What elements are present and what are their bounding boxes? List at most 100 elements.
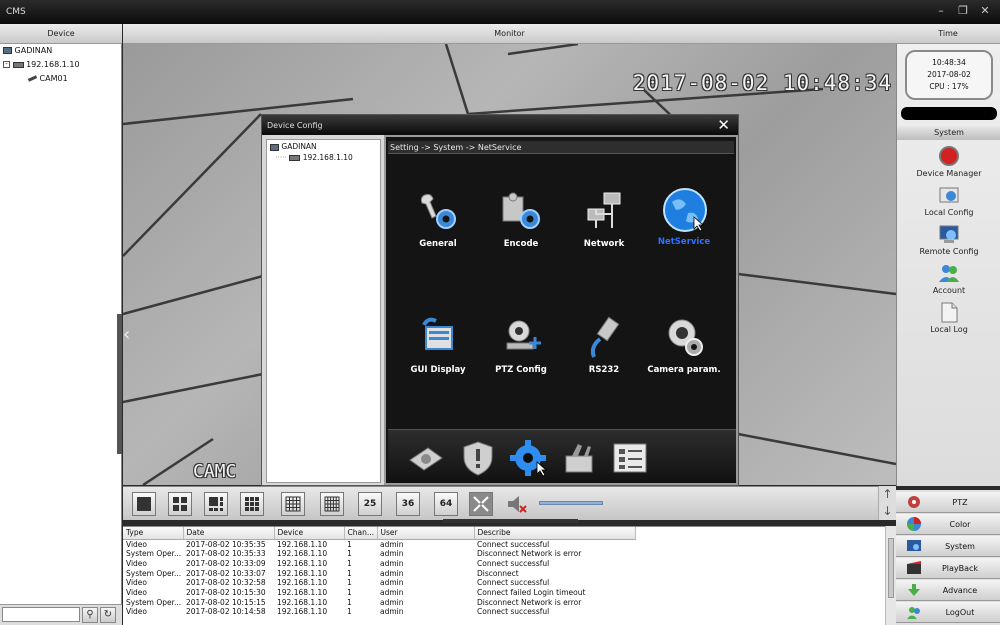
ptz-camera-icon [499,315,543,359]
camera-gear-icon [662,315,706,359]
ptz-button[interactable]: PTZ [896,492,1000,513]
config-item-encode[interactable]: Encode [481,189,561,249]
playback-button[interactable]: PlayBack [896,558,1000,579]
config-item-gui-display[interactable]: GUI Display [398,315,478,375]
config-item-label: Camera param. [647,365,721,375]
col-user[interactable]: User [377,527,475,540]
device-search-input[interactable] [2,607,80,622]
tree-root[interactable]: GADINAN [3,46,52,55]
log-cell: Video [126,578,148,588]
dialog-tree-root[interactable]: GADINAN [270,142,317,151]
tools-icon[interactable] [560,438,600,478]
col-channel[interactable]: Chan... [344,527,378,540]
network-icon [582,189,626,233]
time-header: Time [896,24,1000,44]
info-list-icon[interactable] [610,438,650,478]
collapse-icon[interactable]: - [3,61,10,68]
remote-config-button[interactable]: Remote Config [897,223,1000,256]
close-window-icon[interactable]: ✕ [978,5,992,17]
tree-device[interactable]: - 192.168.1.10 [3,60,80,69]
config-item-general[interactable]: General [398,189,478,249]
log-row[interactable]: Video 2017-08-02 10:14:58 192.168.1.10 1 adm… [123,607,635,617]
cms-window: CMS – ❐ ✕ Device Monitor Time GADINAN - … [0,0,1000,625]
volume-slider[interactable] [539,501,603,505]
layout-36-button[interactable]: 36 [396,492,420,516]
device-manager-button[interactable]: Device Manager [897,145,1000,178]
col-date[interactable]: Date [183,527,275,540]
minimize-icon[interactable]: – [934,5,948,17]
log-icon [938,301,960,323]
tree-splitter[interactable] [117,314,122,454]
log-cell: Connect successful [477,578,550,588]
log-cell: 192.168.1.10 [277,539,328,549]
layout-16-button[interactable] [281,492,305,516]
fullscreen-button[interactable] [469,492,493,516]
dialog-tree-root-label: GADINAN [281,142,317,151]
storage-icon[interactable] [406,438,446,478]
system-button[interactable]: System [896,536,1000,557]
layout-20-button[interactable] [320,492,344,516]
config-item-camera-param[interactable]: Camera param. [644,315,724,375]
config-item-network[interactable]: Network [564,189,644,249]
log-cell: 192.168.1.10 [277,597,328,607]
tree-camera[interactable]: CAM01 [27,74,68,83]
log-cell: Connect successful [477,558,550,568]
log-row[interactable]: Video 2017-08-02 10:35:35 192.168.1.10 1 adm… [123,539,635,549]
system-gear-icon[interactable] [508,438,548,478]
arrow-down-icon[interactable]: ↓ [879,503,896,520]
config-item-rs232[interactable]: RS232 [564,315,644,375]
refresh-icon[interactable]: ↻ [100,607,116,623]
log-row[interactable]: Video 2017-08-02 10:33:09 192.168.1.10 1 adm… [123,559,635,569]
layout-9-button[interactable] [240,492,264,516]
cable-icon [582,315,626,359]
display-icon [416,315,460,359]
config-item-ptz-config[interactable]: PTZ Config [481,315,561,375]
layout-16-icon [285,496,301,512]
dialog-tree-device-label: 192.168.1.10 [302,153,353,162]
account-button[interactable]: Account [897,262,1000,295]
log-cell: Connect failed Login timeout [477,588,586,598]
shield-icon[interactable] [458,438,498,478]
local-config-button[interactable]: Local Config [897,184,1000,217]
layout-4-button[interactable] [168,492,192,516]
col-device[interactable]: Device [274,527,345,540]
layout-25-button[interactable]: 25 [358,492,382,516]
search-icon[interactable]: ⚲ [82,607,98,623]
puzzle-gear-icon [499,189,543,233]
advance-button[interactable]: Advance [896,580,1000,601]
log-row[interactable]: Video 2017-08-02 10:15:30 192.168.1.10 1 adm… [123,588,635,598]
config-item-label: PTZ Config [495,365,547,375]
log-scroll-thumb[interactable] [888,538,894,598]
osd-camera-name: CAMC [193,461,237,482]
logout-button[interactable]: LogOut [896,602,1000,623]
log-table: Type Date Device Chan... User Describe V… [123,527,636,617]
color-button[interactable]: Color [896,514,1000,535]
config-item-netservice[interactable]: NetService [644,187,724,247]
config-item-label: Encode [503,239,539,249]
arrow-up-icon[interactable]: ↑ [879,486,896,503]
device-config-dialog: Device Config ✕ GADINAN ····· 192.168.1.… [261,114,739,486]
log-row[interactable]: System Oper... 2017-08-02 10:33:07 192.168… [123,569,635,579]
local-log-button[interactable]: Local Log [897,301,1000,334]
dialog-close-icon[interactable]: ✕ [717,117,730,133]
log-row[interactable]: Video 2017-08-02 10:32:58 192.168.1.10 1 adm… [123,578,635,588]
log-row[interactable]: System Oper... 2017-08-02 10:15:15 192.168… [123,598,635,608]
col-describe[interactable]: Describe [474,527,636,540]
log-cell: 192.168.1.10 [277,578,328,588]
col-type[interactable]: Type [123,527,184,540]
layout-6-icon [209,497,223,511]
toolbar-handle[interactable] [443,519,578,523]
restore-icon[interactable]: ❐ [956,5,970,17]
log-scrollbar[interactable] [885,526,896,625]
mute-icon[interactable] [505,493,529,515]
log-cell: 192.168.1.10 [277,588,328,598]
log-cell: 2017-08-02 10:15:30 [186,588,266,598]
layout-6-button[interactable] [204,492,228,516]
clock-display: 10:48:34 2017-08-02 CPU : 17% [905,50,993,100]
collapse-panel-icon[interactable]: ‹ [123,324,130,345]
layout-20-icon [324,496,340,512]
layout-1-button[interactable] [132,492,156,516]
log-row[interactable]: System Oper... 2017-08-02 10:35:33 192.168… [123,549,635,559]
layout-64-button[interactable]: 64 [434,492,458,516]
dialog-tree-device[interactable]: ····· 192.168.1.10 [275,153,353,162]
